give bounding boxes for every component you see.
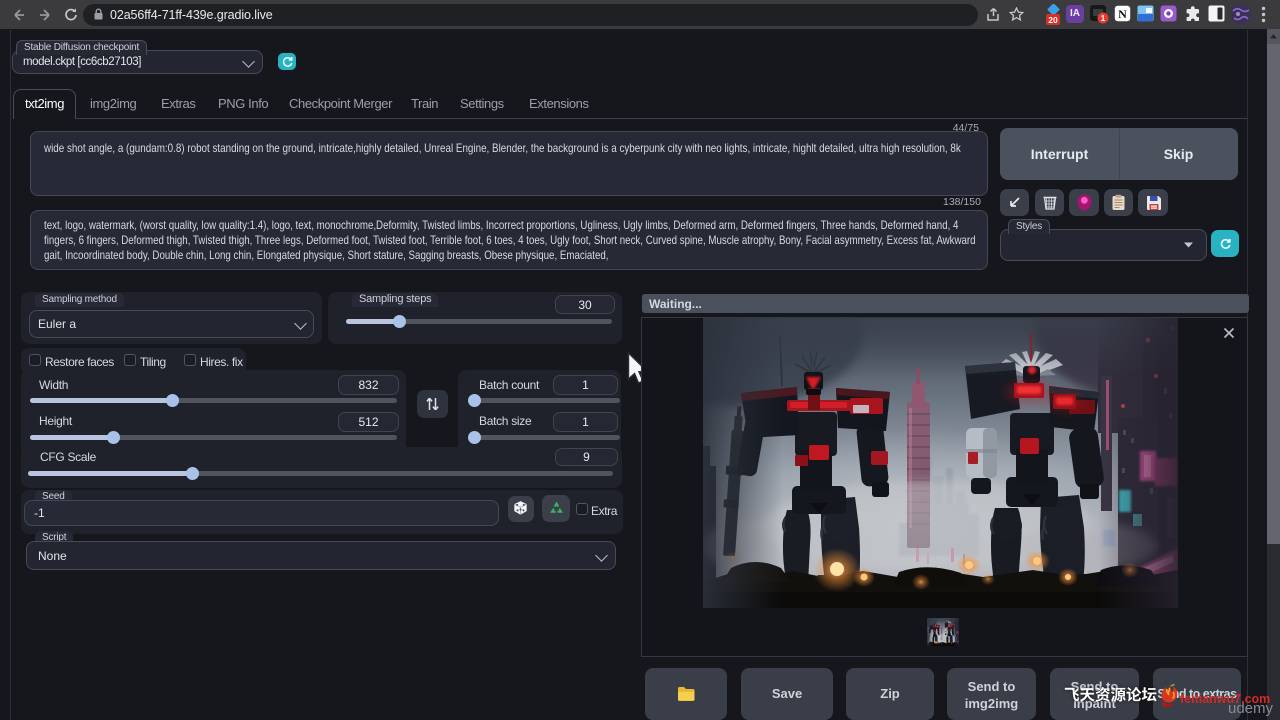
svg-text:1: 1 [1101,14,1106,23]
svg-text:20: 20 [1048,15,1058,25]
svg-text:N: N [1118,7,1127,21]
